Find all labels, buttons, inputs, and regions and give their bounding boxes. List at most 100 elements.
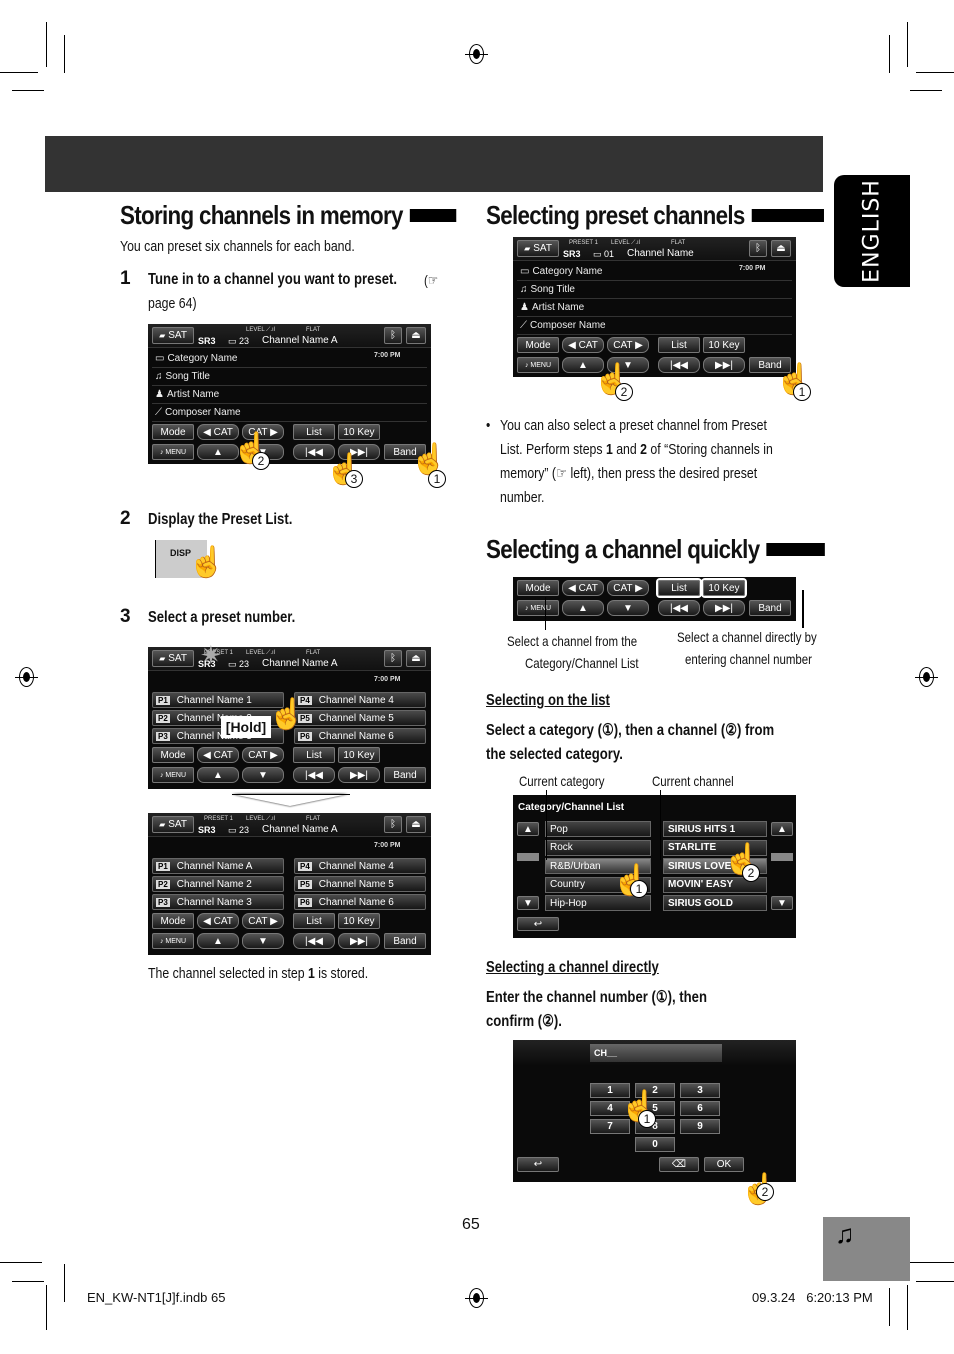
info-row-label: Composer Name	[165, 407, 241, 418]
prev-track-button[interactable]: |◀◀	[658, 357, 700, 373]
ch-scrollbar-thumb[interactable]	[771, 853, 793, 861]
cat-prev-button[interactable]: ◀ CAT	[197, 747, 239, 763]
cat-next-button[interactable]: CAT ▶	[242, 747, 284, 763]
list-button[interactable]: List	[658, 580, 700, 596]
mode-button[interactable]: Mode	[152, 913, 194, 929]
up-button[interactable]: ▲	[197, 767, 239, 783]
bluetooth-button[interactable]: ᛒ	[384, 650, 402, 667]
mode-button[interactable]: Mode	[152, 424, 194, 440]
preset-button[interactable]: P4 Channel Name 4	[294, 692, 426, 708]
eject-button[interactable]: ⏏	[406, 816, 426, 833]
bluetooth-button[interactable]: ᛒ	[384, 327, 402, 344]
source-button[interactable]: ▰ SAT	[517, 240, 559, 257]
cat-prev-button[interactable]: ◀ CAT	[197, 913, 239, 929]
source-button[interactable]: ▰ SAT	[152, 327, 194, 344]
number-key-6[interactable]: 6	[680, 1101, 720, 1116]
bullet-dot: •	[486, 417, 491, 434]
list-button[interactable]: List	[293, 913, 335, 929]
number-key-9[interactable]: 9	[680, 1119, 720, 1134]
cat-next-button[interactable]: CAT ▶	[242, 913, 284, 929]
ten-key-button[interactable]: 10 Key	[338, 913, 380, 929]
category-item[interactable]: Rock	[545, 839, 651, 856]
cat-next-button[interactable]: CAT ▶	[607, 337, 649, 353]
ch-scroll-up[interactable]: ▲	[771, 822, 793, 836]
backspace-button[interactable]: ⌫	[659, 1157, 699, 1172]
channel-input-field[interactable]: CH__	[590, 1044, 722, 1062]
back-button[interactable]: ↩	[517, 917, 559, 931]
music-note-icon: ♫	[520, 284, 528, 295]
menu-button[interactable]: ♪ MENU	[152, 933, 194, 949]
source-button[interactable]: ▰ SAT	[152, 650, 194, 667]
step-marker: 1	[793, 383, 811, 401]
next-track-button[interactable]: ▶▶|	[338, 767, 380, 783]
source-button[interactable]: ▰ SAT	[152, 816, 194, 833]
channel-item[interactable]: SIRIUS HITS 1	[663, 821, 767, 837]
info-row-label: Song Title	[530, 284, 575, 295]
ten-key-button[interactable]: 10 Key	[338, 747, 380, 763]
list-button[interactable]: List	[293, 424, 335, 440]
crop-mark	[0, 1262, 42, 1263]
up-button[interactable]: ▲	[197, 933, 239, 949]
category-item[interactable]: Pop	[545, 821, 651, 837]
subheading-list: Selecting on the list	[486, 692, 610, 709]
down-button[interactable]: ▼	[607, 600, 649, 616]
eq-indicator: FLAT	[306, 816, 321, 822]
list-button[interactable]: List	[293, 747, 335, 763]
cat-prev-button[interactable]: ◀ CAT	[562, 580, 604, 596]
title-bar	[751, 209, 824, 222]
ten-key-button[interactable]: 10 Key	[703, 337, 745, 353]
preset-button[interactable]: P3 Channel Name 3	[152, 894, 284, 910]
mode-button[interactable]: Mode	[152, 747, 194, 763]
eject-button[interactable]: ⏏	[771, 240, 791, 257]
preset-button[interactable]: P2 Channel Name 2	[152, 876, 284, 892]
mode-button[interactable]: Mode	[517, 337, 559, 353]
ten-key-button[interactable]: 10 Key	[338, 424, 380, 440]
menu-button[interactable]: ♪ MENU	[152, 767, 194, 783]
cat-scrollbar-thumb[interactable]	[517, 853, 539, 861]
band-button[interactable]: Band	[384, 933, 426, 949]
preset-tag: P4	[298, 861, 312, 871]
pointing-hand-icon: ☝	[268, 698, 306, 731]
ok-button[interactable]: OK	[704, 1157, 744, 1172]
preset-button[interactable]: P5 Channel Name 5	[294, 876, 426, 892]
preset-button[interactable]: P1 Channel Name 1	[152, 692, 284, 708]
cat-prev-button[interactable]: ◀ CAT	[562, 337, 604, 353]
down-button[interactable]: ▼	[242, 767, 284, 783]
number-key-0[interactable]: 0	[635, 1137, 675, 1152]
number-key-3[interactable]: 3	[680, 1083, 720, 1098]
menu-button[interactable]: ♪ MENU	[517, 600, 559, 616]
preset-button[interactable]: P5 Channel Name 5	[294, 710, 426, 726]
down-button[interactable]: ▼	[242, 933, 284, 949]
ch-scroll-down[interactable]: ▼	[771, 896, 793, 910]
cat-next-button[interactable]: CAT ▶	[607, 580, 649, 596]
next-track-button[interactable]: ▶▶|	[703, 600, 745, 616]
prev-track-button[interactable]: |◀◀	[658, 600, 700, 616]
cat-scroll-down[interactable]: ▼	[517, 896, 539, 910]
step-marker: 2	[742, 864, 760, 882]
band-button[interactable]: Band	[384, 767, 426, 783]
prev-track-button[interactable]: |◀◀	[293, 933, 335, 949]
menu-button[interactable]: ♪ MENU	[152, 444, 194, 460]
up-button[interactable]: ▲	[562, 600, 604, 616]
eject-button[interactable]: ⏏	[406, 327, 426, 344]
list-button[interactable]: List	[658, 337, 700, 353]
menu-button[interactable]: ♪ MENU	[517, 357, 559, 373]
next-track-button[interactable]: ▶▶|	[703, 357, 745, 373]
preset-button[interactable]: P1 Channel Name A	[152, 858, 284, 874]
back-button[interactable]: ↩	[517, 1157, 559, 1172]
ten-key-button[interactable]: 10 Key	[703, 580, 745, 596]
bluetooth-button[interactable]: ᛒ	[384, 816, 402, 833]
bluetooth-button[interactable]: ᛒ	[749, 240, 767, 257]
eject-button[interactable]: ⏏	[406, 650, 426, 667]
cat-scroll-up[interactable]: ▲	[517, 822, 539, 836]
preset-button[interactable]: P6 Channel Name 6	[294, 894, 426, 910]
pointing-hand-icon: ☝	[188, 546, 226, 579]
preset-button[interactable]: P6 Channel Name 6	[294, 728, 426, 744]
prev-track-button[interactable]: |◀◀	[293, 767, 335, 783]
channel-item[interactable]: SIRIUS GOLD	[663, 895, 767, 911]
preset-button[interactable]: P4 Channel Name 4	[294, 858, 426, 874]
callout-line	[660, 790, 661, 860]
mode-button[interactable]: Mode	[517, 580, 559, 596]
next-track-button[interactable]: ▶▶|	[338, 933, 380, 949]
band-button[interactable]: Band	[749, 600, 791, 616]
